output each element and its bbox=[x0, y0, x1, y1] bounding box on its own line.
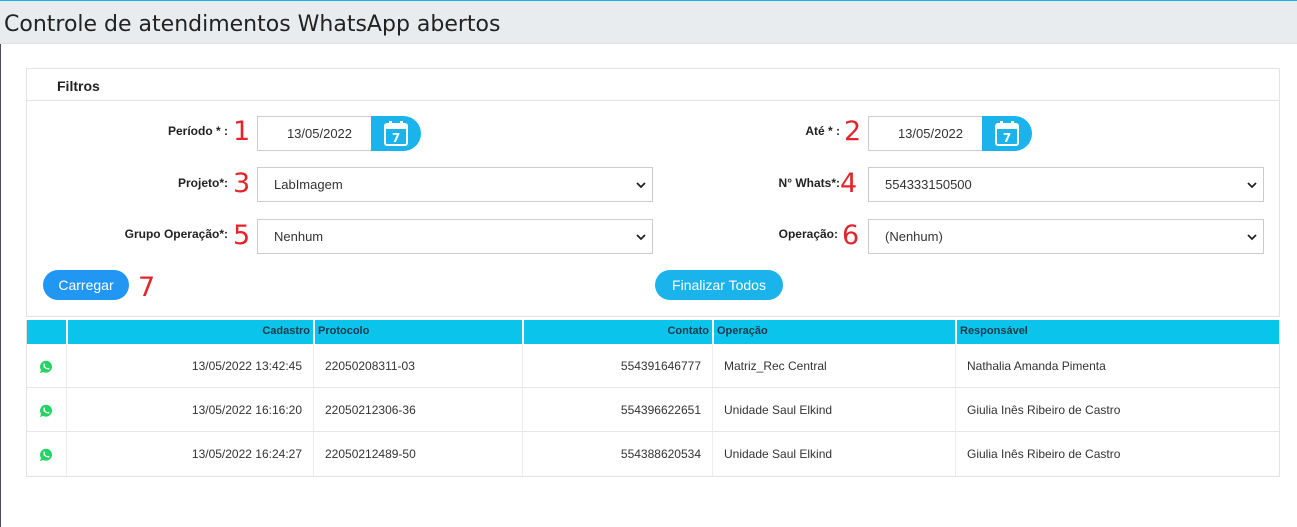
grupo-operacao-select[interactable]: Nenhum bbox=[257, 219, 653, 254]
marker-6: 6 bbox=[842, 220, 860, 251]
ate-label: Até * : bbox=[805, 124, 840, 138]
chevron-down-icon bbox=[636, 182, 646, 189]
marker-3: 3 bbox=[233, 168, 251, 199]
table-cell-contato: 554391646777 bbox=[522, 344, 712, 388]
left-border bbox=[0, 44, 1, 527]
table-cell-icon bbox=[27, 344, 67, 388]
marker-2: 2 bbox=[844, 116, 862, 147]
table-cell-operacao: Matriz_Rec Central bbox=[712, 344, 955, 388]
table-cell-protocolo: 22050212489-50 bbox=[313, 432, 523, 476]
projeto-select-value: LabImagem bbox=[274, 177, 343, 192]
operacao-label: Operação: bbox=[778, 227, 838, 241]
projeto-label: Projeto*: bbox=[177, 176, 228, 190]
column-header-cadastro: Cadastro bbox=[66, 320, 313, 344]
chevron-down-icon bbox=[1247, 234, 1257, 241]
projeto-select[interactable]: LabImagem bbox=[257, 167, 653, 202]
page-title: Controle de atendimentos WhatsApp aberto… bbox=[4, 12, 501, 37]
table-cell-icon bbox=[27, 432, 67, 476]
table-cell-cadastro: 13/05/2022 13:42:45 bbox=[66, 344, 313, 388]
ate-calendar-button[interactable]: 7 bbox=[982, 116, 1032, 151]
finalizar-todos-button[interactable]: Finalizar Todos bbox=[655, 270, 783, 300]
table-cell-protocolo: 22050208311-03 bbox=[313, 344, 523, 388]
table-cell-contato: 554396622651 bbox=[522, 388, 712, 432]
table-cell-protocolo: 22050212306-36 bbox=[313, 388, 523, 432]
operacao-select[interactable]: (Nenhum) bbox=[868, 219, 1264, 254]
whats-label: N° Whats*: bbox=[778, 176, 840, 190]
title-bar: Controle de atendimentos WhatsApp aberto… bbox=[0, 1, 1297, 44]
periodo-calendar-button[interactable]: 7 bbox=[371, 116, 421, 151]
whatsapp-icon[interactable] bbox=[39, 360, 53, 374]
page: Controle de atendimentos WhatsApp aberto… bbox=[0, 0, 1297, 527]
table-row: 13/05/2022 16:16:20 22050212306-36 55439… bbox=[27, 388, 1279, 432]
marker-4: 4 bbox=[840, 168, 858, 199]
marker-1: 1 bbox=[233, 116, 251, 147]
table-cell-operacao: Unidade Saul Elkind bbox=[712, 388, 955, 432]
periodo-date-input[interactable]: 13/05/2022 bbox=[257, 116, 373, 151]
whatsapp-icon[interactable] bbox=[39, 448, 53, 462]
chevron-down-icon bbox=[636, 234, 646, 241]
marker-5: 5 bbox=[233, 220, 251, 251]
periodo-date-group: 13/05/2022 7 bbox=[257, 116, 421, 151]
whats-select-value: 554333150500 bbox=[885, 177, 972, 192]
calendar-icon: 7 bbox=[384, 121, 408, 146]
table-cell-cadastro: 13/05/2022 16:24:27 bbox=[66, 432, 313, 476]
column-header-responsavel: Responsável bbox=[955, 320, 1279, 344]
grupo-operacao-label: Grupo Operação*: bbox=[124, 227, 228, 241]
table-row: 13/05/2022 13:42:45 22050208311-03 55439… bbox=[27, 344, 1279, 388]
ate-date-group: 13/05/2022 7 bbox=[868, 116, 1032, 151]
table-cell-cadastro: 13/05/2022 16:16:20 bbox=[66, 388, 313, 432]
grupo-operacao-select-value: Nenhum bbox=[274, 229, 324, 244]
calendar-icon: 7 bbox=[995, 121, 1019, 146]
operacao-select-value: (Nenhum) bbox=[885, 229, 943, 244]
table-header: Cadastro Protocolo Contato Operação Resp… bbox=[27, 320, 1279, 344]
filters-title: Filtros bbox=[57, 78, 100, 94]
ate-date-input[interactable]: 13/05/2022 bbox=[868, 116, 984, 151]
column-header-icon bbox=[27, 320, 67, 344]
whatsapp-icon[interactable] bbox=[39, 404, 53, 418]
table-row: 13/05/2022 16:24:27 22050212489-50 55438… bbox=[27, 432, 1279, 476]
column-header-protocolo: Protocolo bbox=[313, 320, 523, 344]
carregar-button[interactable]: Carregar bbox=[43, 270, 129, 300]
table-cell-icon bbox=[27, 388, 67, 432]
svg-text:7: 7 bbox=[392, 131, 400, 145]
svg-text:7: 7 bbox=[1003, 131, 1011, 145]
periodo-label: Período * : bbox=[167, 124, 228, 138]
table-cell-responsavel: Nathalia Amanda Pimenta bbox=[955, 344, 1279, 388]
column-header-contato: Contato bbox=[522, 320, 712, 344]
marker-7: 7 bbox=[138, 272, 156, 303]
whats-select[interactable]: 554333150500 bbox=[868, 167, 1264, 202]
filters-header: Filtros bbox=[27, 69, 1279, 101]
table-cell-responsavel: Giulia Inês Ribeiro de Castro bbox=[955, 388, 1279, 432]
table-cell-responsavel: Giulia Inês Ribeiro de Castro bbox=[955, 432, 1279, 476]
atendimentos-table: Cadastro Protocolo Contato Operação Resp… bbox=[26, 320, 1280, 477]
table-cell-contato: 554388620534 bbox=[522, 432, 712, 476]
table-cell-operacao: Unidade Saul Elkind bbox=[712, 432, 955, 476]
chevron-down-icon bbox=[1247, 182, 1257, 189]
column-header-operacao: Operação bbox=[712, 320, 955, 344]
